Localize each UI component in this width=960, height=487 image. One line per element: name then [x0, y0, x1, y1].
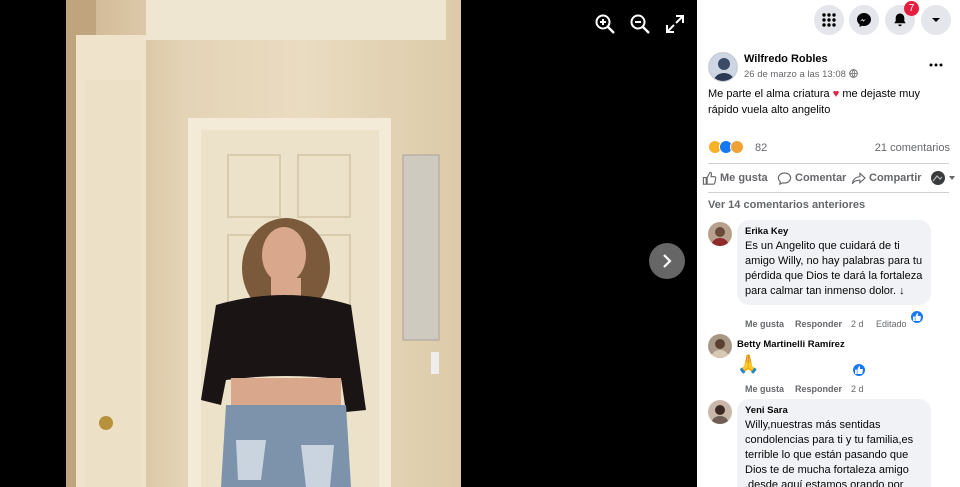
comment-icon: [777, 172, 792, 186]
notification-badge: 7: [904, 1, 919, 16]
comment-label: Comentar: [795, 172, 847, 184]
next-photo-button[interactable]: [649, 243, 685, 279]
comment-bubble: Erika Key Es un Angelito que cuidará de …: [737, 220, 931, 305]
more-icon: [929, 63, 943, 67]
like-button[interactable]: Me gusta: [702, 170, 772, 188]
caret-down-icon: [932, 18, 940, 22]
like-label: Me gusta: [720, 172, 768, 184]
commenter-avatar[interactable]: [708, 334, 732, 358]
post-text-main: Me parte el alma criatura: [708, 88, 830, 100]
post-panel: 7 Wilfredo Robles 26 de marzo a las 13:0…: [697, 0, 960, 487]
top-bar: 7: [697, 0, 960, 40]
divider: [708, 163, 949, 164]
fullscreen-icon[interactable]: [663, 12, 687, 36]
reaction-icons[interactable]: [708, 140, 758, 156]
comment-edited: Editado: [876, 319, 907, 329]
thumbs-up-icon: [913, 313, 921, 321]
more-options-button[interactable]: [927, 57, 945, 73]
share-button[interactable]: Compartir: [851, 170, 927, 188]
comment-text: 🙏: [737, 354, 760, 374]
comment-button[interactable]: Comentar: [777, 170, 852, 188]
comment-author[interactable]: Betty Martinelli Ramírez: [737, 339, 845, 350]
photo-illustration: [66, 0, 446, 487]
comment-like-link[interactable]: Me gusta: [745, 384, 784, 394]
view-previous-comments[interactable]: Ver 14 comentarios anteriores: [708, 199, 865, 211]
comment-author[interactable]: Erika Key: [745, 226, 923, 237]
share-icon: [851, 172, 866, 184]
comment-bubble: Betty Martinelli Ramírez 🙏: [737, 334, 845, 375]
media-viewer: [0, 0, 697, 487]
care-reaction-icon: [730, 140, 744, 154]
chevron-right-icon: [663, 254, 672, 268]
comment-count[interactable]: 21 comentarios: [875, 142, 950, 154]
comment-text: Willy,nuestras más sentidas condolencias…: [745, 419, 914, 487]
reaction-count[interactable]: 82: [755, 142, 767, 154]
author-avatar[interactable]: [708, 52, 738, 82]
comment-author[interactable]: Yeni Sara: [745, 405, 923, 416]
comment-reply-link[interactable]: Responder: [795, 384, 842, 394]
comment-time[interactable]: 2 d: [851, 319, 864, 329]
thumbs-up-icon: [702, 171, 717, 185]
grid-menu-icon: [822, 13, 836, 27]
comment-like-reaction[interactable]: [910, 310, 924, 324]
comment-like-reaction[interactable]: [852, 363, 866, 377]
author-name[interactable]: Wilfredo Robles: [744, 53, 828, 65]
commenter-avatar[interactable]: [708, 222, 732, 246]
divider: [708, 192, 949, 193]
share-label: Compartir: [869, 172, 922, 184]
comment-reply-link[interactable]: Responder: [795, 319, 842, 329]
comment-bubble: Yeni Sara Willy,nuestras más sentidas co…: [737, 399, 931, 487]
menu-button[interactable]: [814, 5, 844, 35]
comment-time[interactable]: 2 d: [851, 384, 864, 394]
zoom-in-icon[interactable]: [593, 12, 617, 36]
messenger-icon: [857, 13, 871, 27]
messenger-button[interactable]: [849, 5, 879, 35]
zoom-out-icon[interactable]: [628, 12, 652, 36]
post-timestamp[interactable]: 26 de marzo a las 13:08 ·: [744, 69, 852, 80]
commenter-avatar[interactable]: [708, 400, 732, 424]
bell-icon: [894, 13, 906, 27]
globe-icon: [849, 69, 858, 78]
comment-like-link[interactable]: Me gusta: [745, 319, 784, 329]
account-button[interactable]: [921, 5, 951, 35]
post-photo[interactable]: [66, 0, 461, 487]
react-as-button[interactable]: [930, 170, 956, 186]
post-text: Me parte el alma criatura ♥ me dejaste m…: [708, 86, 953, 118]
comment-text: Es un Angelito que cuidará de ti amigo W…: [745, 240, 923, 297]
thumbs-up-icon: [855, 366, 863, 374]
photo-viewer-page: 7 Wilfredo Robles 26 de marzo a las 13:0…: [0, 0, 960, 487]
